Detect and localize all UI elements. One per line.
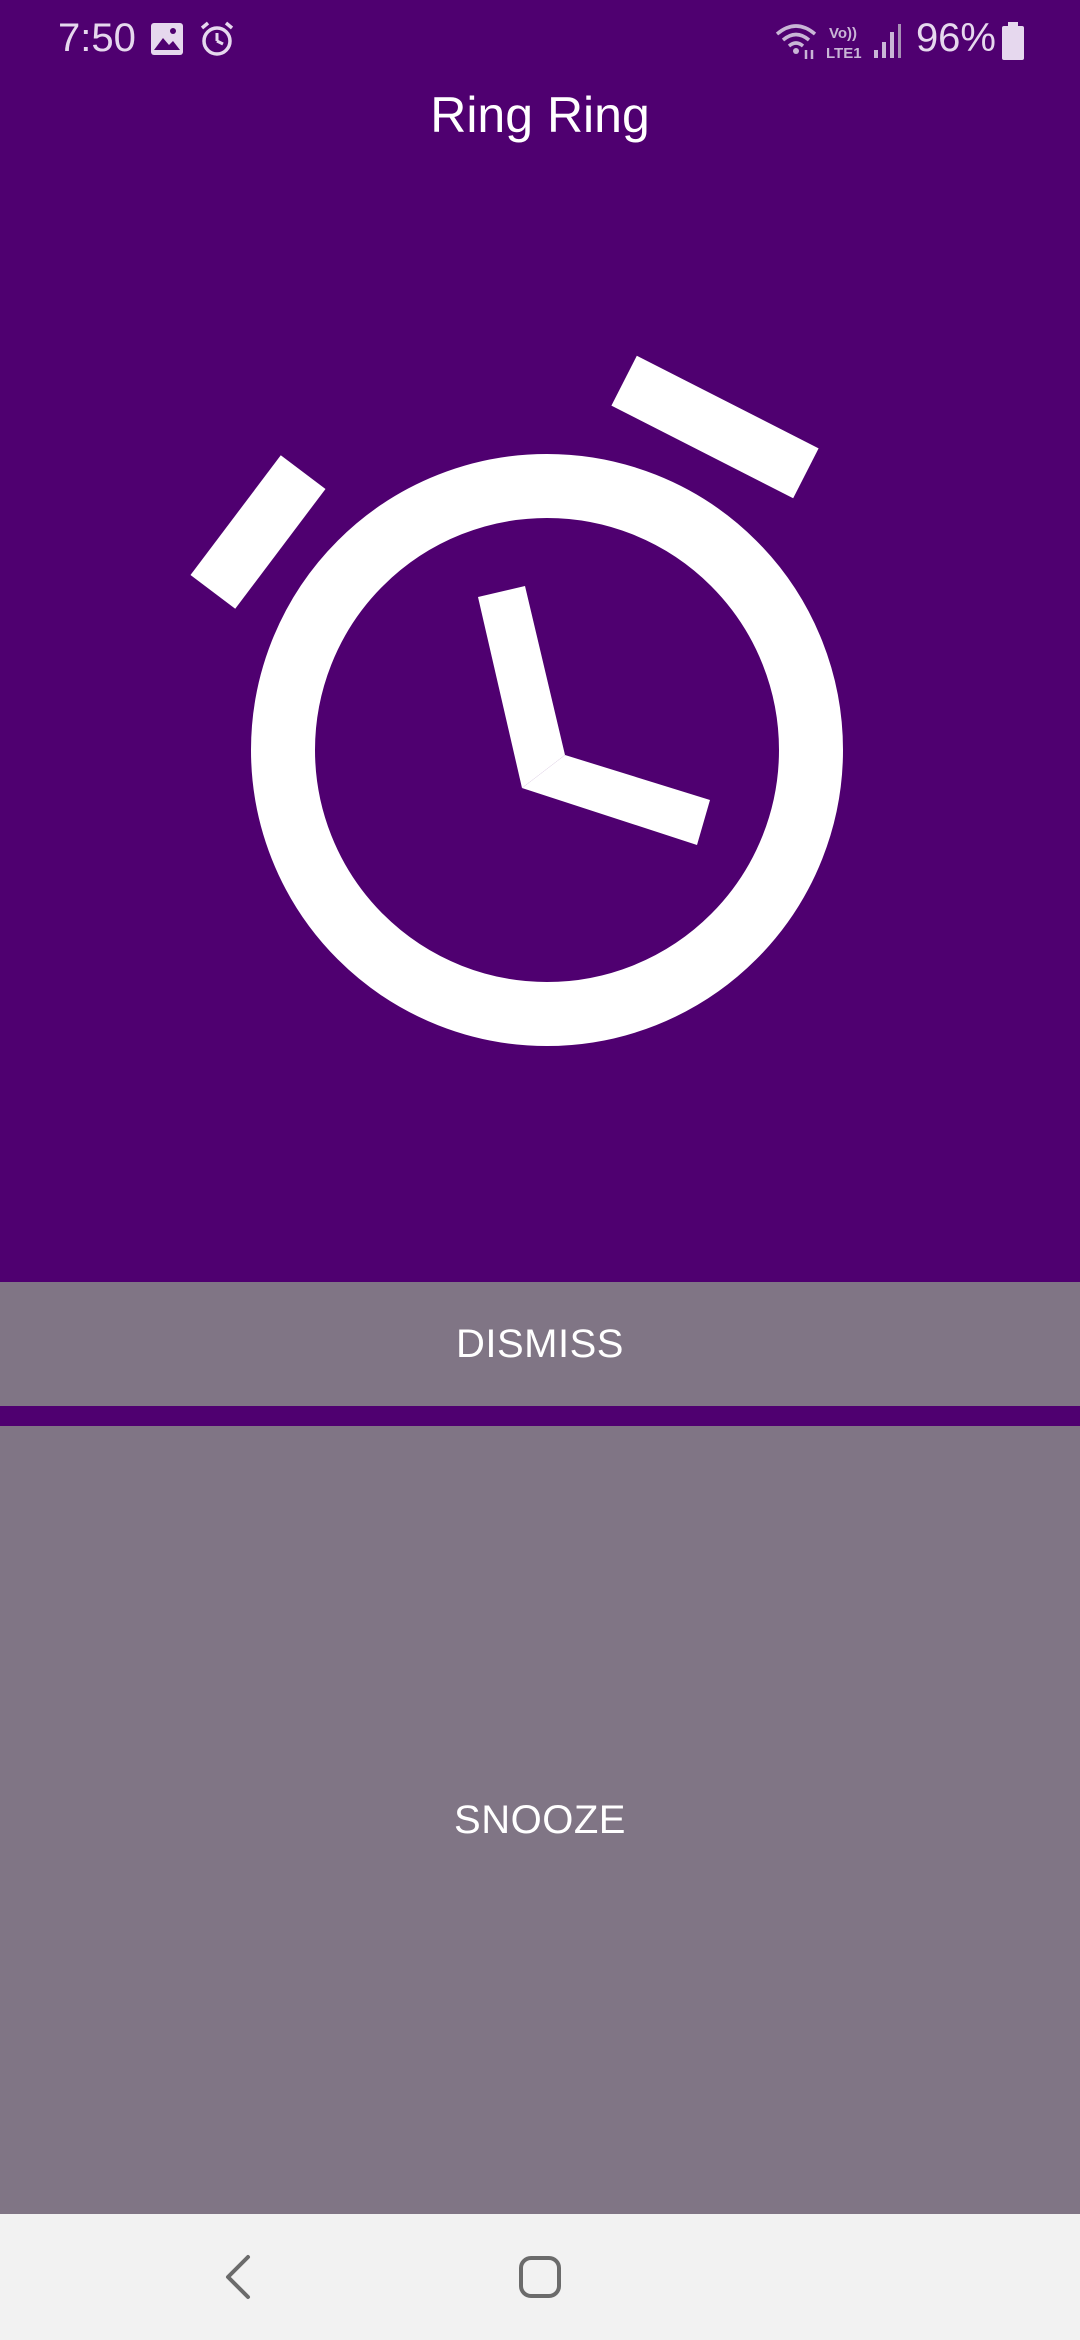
status-time: 7:50 [58,16,136,60]
signal-icon [872,22,902,63]
alarm-clock-icon [198,20,236,63]
battery-icon [1002,22,1024,65]
home-icon[interactable] [510,2247,570,2307]
snooze-label: SNOOZE [454,1797,626,1842]
lte1-label: LTE1 [826,45,862,62]
status-bar: 7:50 Vo)) LTE1 96% [0,0,1080,84]
dismiss-label: DISMISS [456,1321,624,1366]
alarm-clock-icon [190,355,843,1046]
alarm-illustration [0,140,1080,1280]
snooze-button[interactable]: SNOOZE [0,1426,1080,2214]
navigation-bar [0,2214,1080,2340]
dismiss-button[interactable]: DISMISS [0,1282,1080,1406]
gallery-icon [150,22,184,61]
back-icon[interactable] [210,2247,270,2307]
page-title: Ring Ring [430,87,650,143]
wifi-icon [774,20,818,65]
volte-lte1-icon: Vo)) LTE1 [826,22,866,67]
alarm-ringing-screen: 7:50 Vo)) LTE1 96% Ring Ring DISMISS SNO… [0,0,1080,2340]
volte-label: Vo)) [829,25,857,42]
battery-percent: 96% [915,16,996,60]
